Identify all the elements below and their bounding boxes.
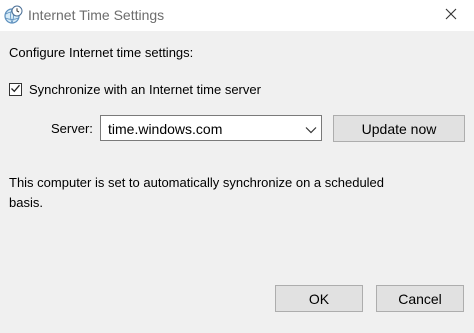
clock-globe-icon: [3, 5, 23, 25]
server-value: time.windows.com: [108, 121, 223, 137]
close-button[interactable]: [428, 0, 474, 31]
sync-checkbox-label[interactable]: Synchronize with an Internet time server: [29, 82, 261, 97]
update-now-button[interactable]: Update now: [333, 115, 465, 142]
status-text-line-1: This computer is set to automatically sy…: [9, 175, 385, 190]
cancel-label: Cancel: [398, 290, 442, 307]
title-bar: Internet Time Settings: [0, 0, 474, 31]
cancel-button[interactable]: Cancel: [376, 285, 464, 312]
sync-checkbox[interactable]: [9, 83, 22, 96]
dialog-heading: Configure Internet time settings:: [9, 45, 194, 60]
server-label: Server:: [51, 121, 93, 136]
close-icon: [445, 8, 457, 23]
ok-label: OK: [308, 290, 330, 307]
checkmark-icon: [10, 82, 21, 97]
window-title: Internet Time Settings: [28, 7, 165, 23]
update-now-label: Update now: [361, 120, 437, 137]
status-text-line-2: basis.: [9, 195, 43, 210]
internet-time-settings-window: Internet Time Settings Configure Interne…: [0, 0, 474, 333]
server-combobox[interactable]: time.windows.com: [100, 115, 322, 141]
ok-button[interactable]: OK: [275, 285, 363, 312]
chevron-down-icon[interactable]: [305, 123, 317, 134]
